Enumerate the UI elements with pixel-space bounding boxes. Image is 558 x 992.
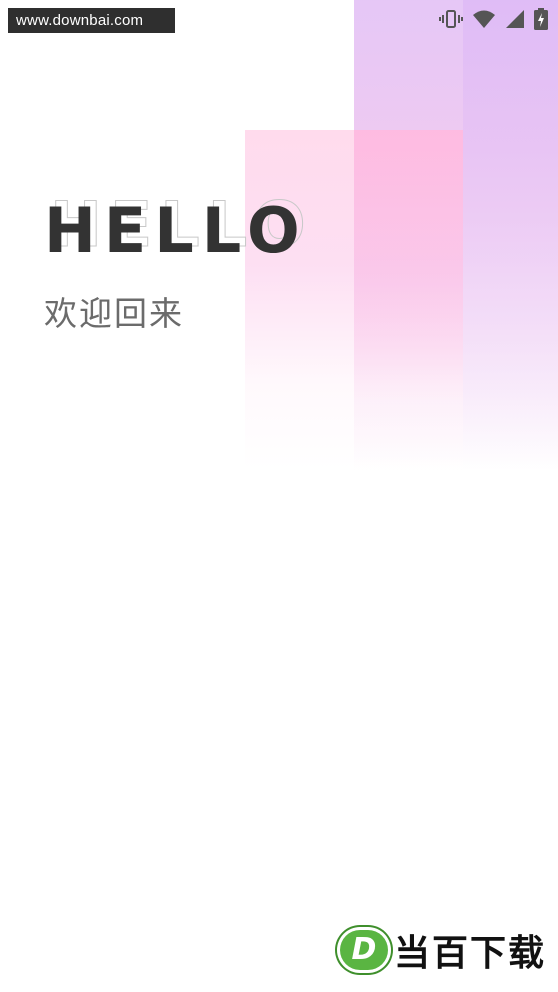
- welcome-back-text: 欢迎回来: [44, 294, 184, 333]
- welcome-screen: www.downbai.com HELLO HELLO 欢迎回来 D 当百下载: [0, 0, 558, 992]
- signal-icon: [505, 9, 525, 29]
- vibrate-icon: [439, 9, 463, 29]
- decorative-panel-violet: [463, 0, 558, 470]
- battery-charging-icon: [534, 8, 548, 30]
- status-bar: [439, 8, 548, 30]
- brand-watermark-logo: D 当百下载: [339, 924, 546, 976]
- wifi-icon: [472, 9, 496, 29]
- brand-badge-icon: D: [339, 930, 388, 970]
- greeting-heading: HELLO HELLO: [44, 189, 364, 267]
- heading-text: HELLO: [44, 194, 308, 267]
- watermark-label: www.downbai.com: [8, 8, 175, 33]
- decorative-panel-overlap: [354, 130, 463, 470]
- brand-name: 当百下载: [393, 933, 546, 974]
